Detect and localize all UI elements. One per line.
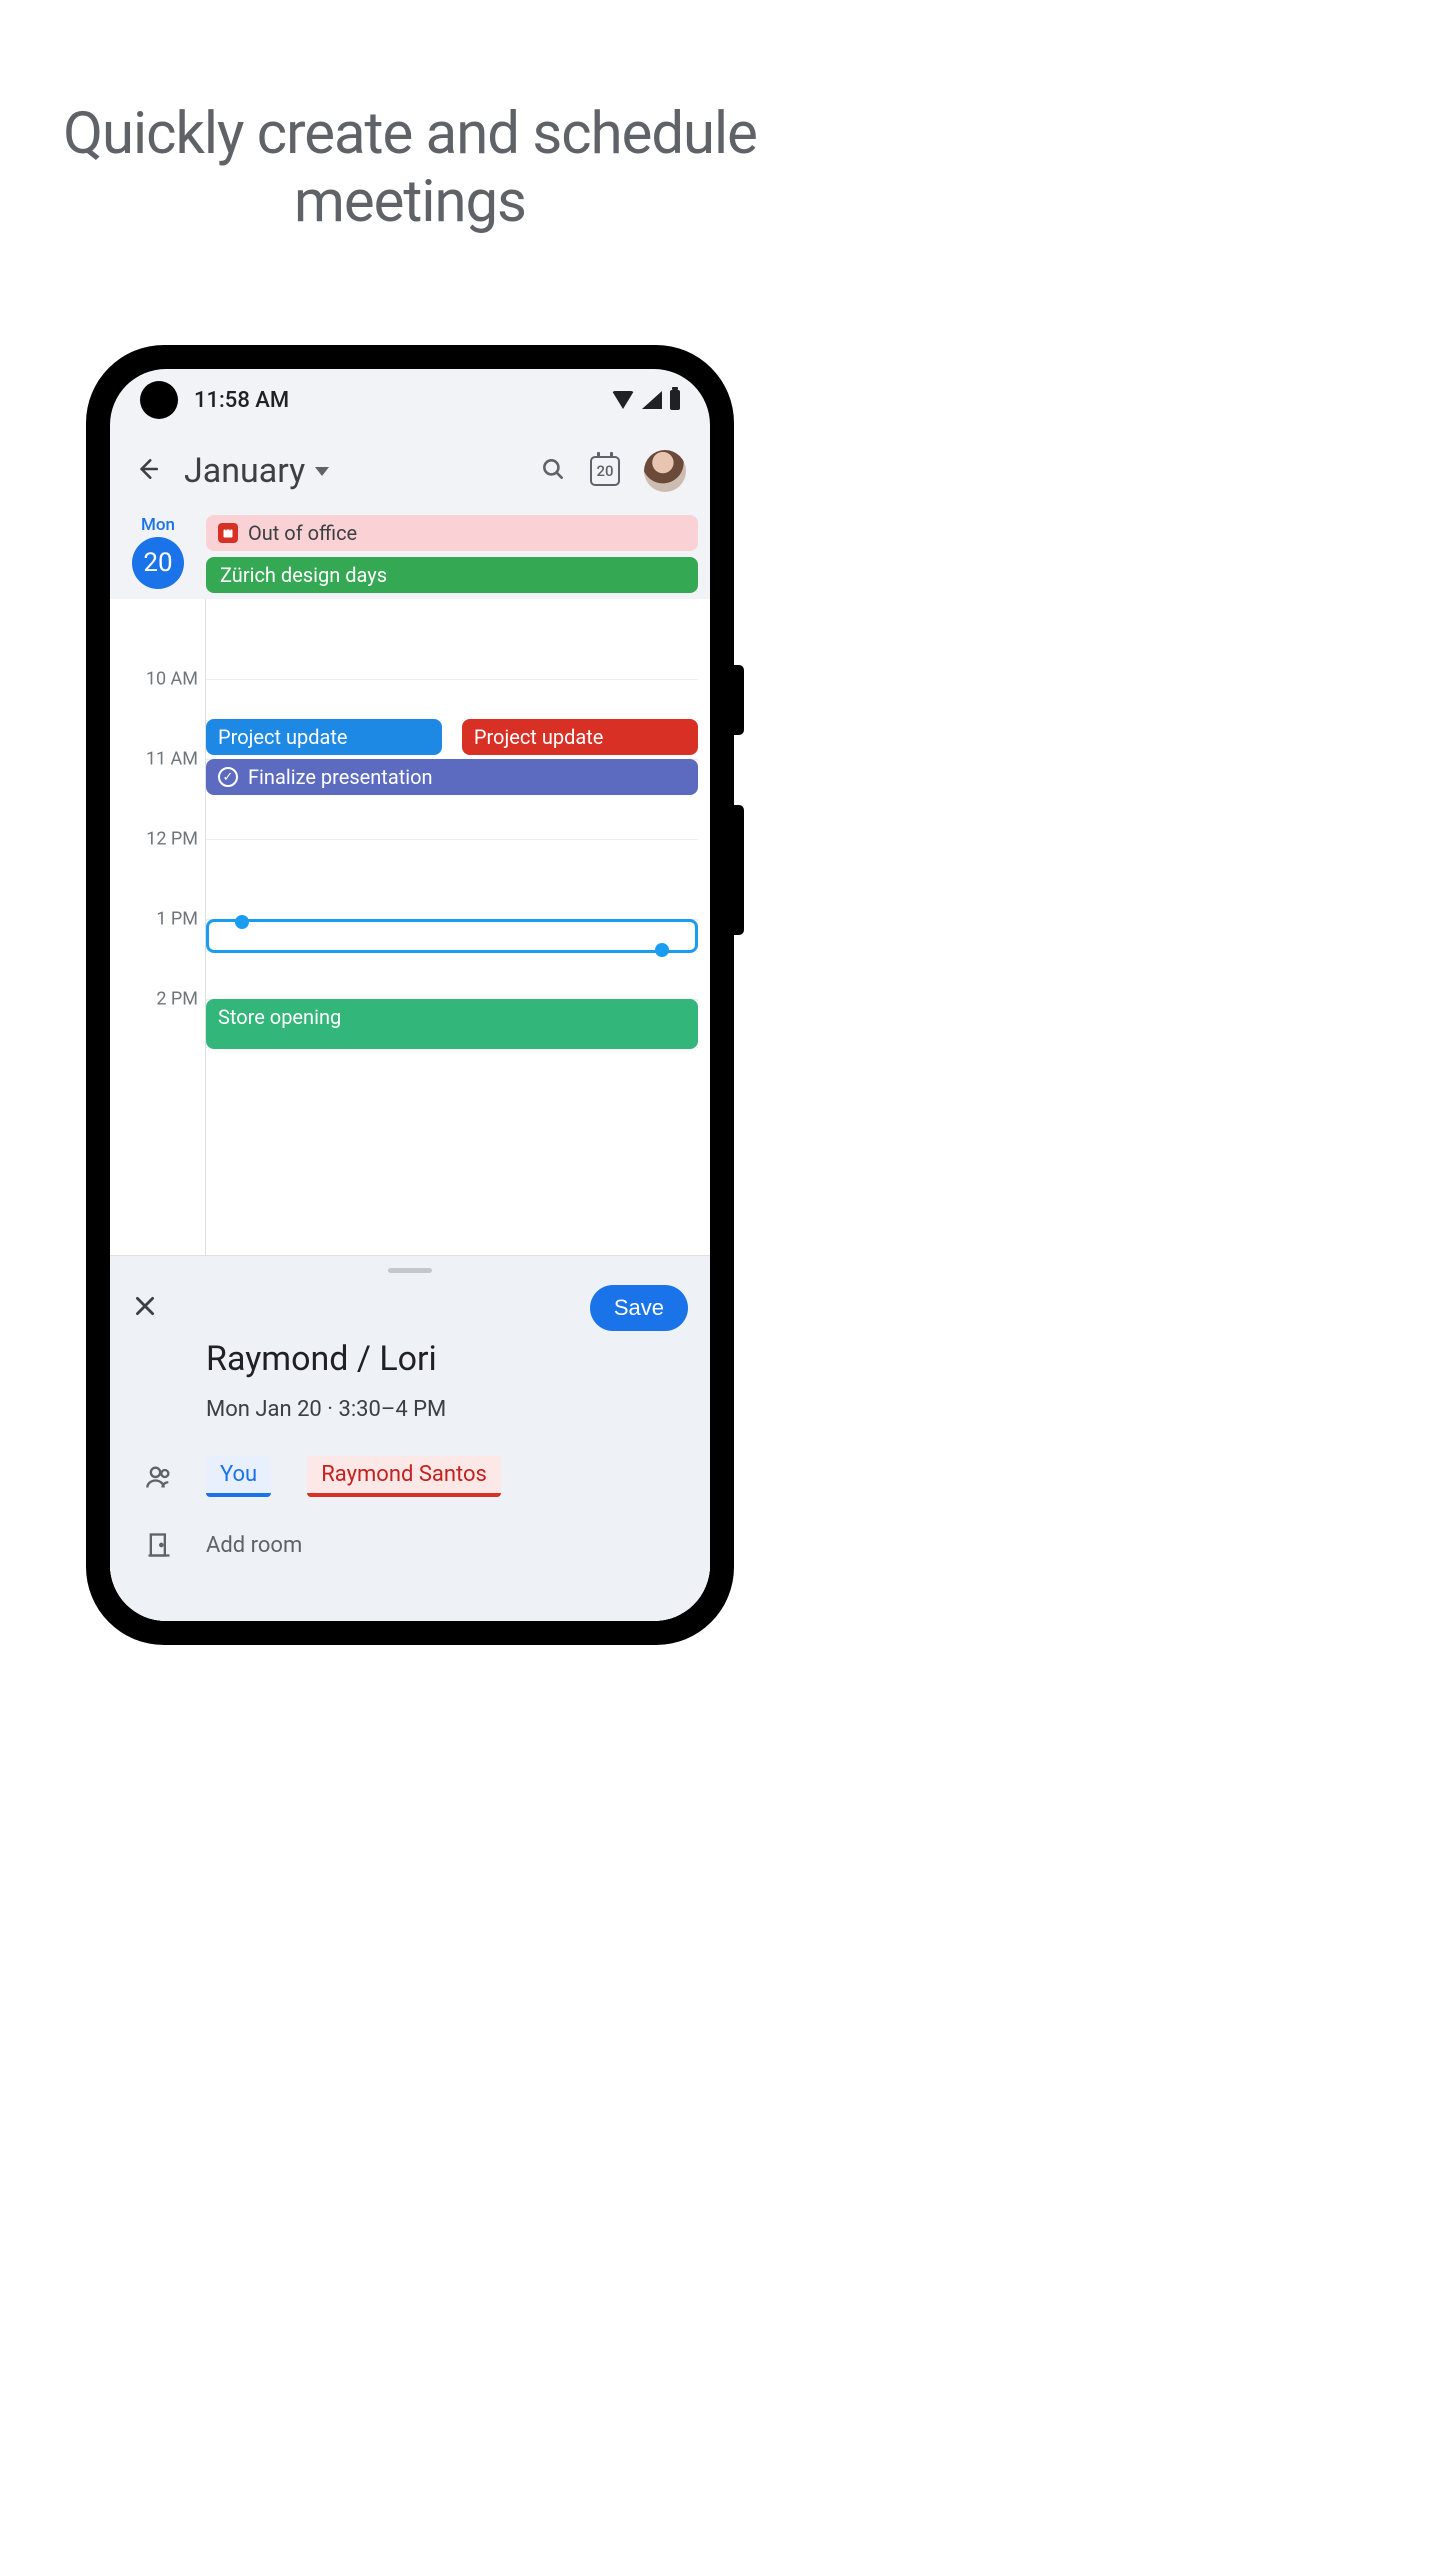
- event-finalize-presentation[interactable]: ✓ Finalize presentation: [206, 759, 698, 795]
- cell-signal-icon: [642, 391, 662, 409]
- room-icon: [138, 1531, 180, 1559]
- new-event-slot[interactable]: [206, 919, 698, 953]
- status-bar: 11:58 AM: [110, 369, 710, 431]
- guest-chip-you[interactable]: You: [206, 1456, 271, 1497]
- search-icon[interactable]: [540, 456, 566, 486]
- phone-side-button: [734, 665, 744, 735]
- event-store-opening[interactable]: Store opening: [206, 999, 698, 1049]
- phone-side-button: [734, 805, 744, 935]
- add-room-row[interactable]: Add room: [138, 1531, 682, 1559]
- hour-label: 12 PM: [110, 829, 198, 850]
- event-create-sheet: Save Raymond / Lori Mon Jan 20 · 3:30–4 …: [110, 1255, 710, 1621]
- check-circle-icon: ✓: [218, 767, 238, 787]
- today-icon[interactable]: 20: [590, 456, 620, 486]
- month-picker[interactable]: January: [184, 451, 329, 491]
- guests-row[interactable]: You Raymond Santos: [138, 1456, 682, 1497]
- phone-frame: 11:58 AM January: [86, 345, 734, 1645]
- guest-chip-raymond[interactable]: Raymond Santos: [307, 1456, 501, 1497]
- month-label: January: [184, 451, 305, 491]
- phone-screen: 11:58 AM January: [110, 369, 710, 1621]
- calendar-day-view: Mon 20 Out of office Zürich design days: [110, 511, 710, 1621]
- allday-event-zurich[interactable]: Zürich design days: [206, 557, 698, 593]
- wifi-icon: [612, 391, 634, 409]
- allday-row: Mon 20 Out of office Zürich design days: [110, 511, 710, 599]
- date-bubble[interactable]: 20: [132, 537, 184, 589]
- allday-event-label: Out of office: [248, 521, 357, 545]
- close-icon[interactable]: [132, 1293, 158, 1323]
- hour-label: 10 AM: [110, 669, 198, 690]
- status-time: 11:58 AM: [194, 388, 289, 413]
- event-datetime[interactable]: Mon Jan 20 · 3:30–4 PM: [206, 1397, 682, 1422]
- hour-label: 1 PM: [110, 909, 198, 930]
- app-header: January 20: [110, 431, 710, 511]
- save-button[interactable]: Save: [590, 1285, 688, 1331]
- camera-hole: [140, 381, 178, 419]
- allday-event-out-of-office[interactable]: Out of office: [206, 515, 698, 551]
- today-badge-number: 20: [596, 462, 613, 480]
- resize-handle-bottom[interactable]: [655, 943, 669, 957]
- back-arrow-icon[interactable]: [134, 456, 160, 486]
- battery-icon: [670, 390, 680, 410]
- people-icon: [138, 1463, 180, 1491]
- resize-handle-top[interactable]: [235, 915, 249, 929]
- avatar[interactable]: [644, 450, 686, 492]
- event-project-update-2[interactable]: Project update: [462, 719, 698, 755]
- promo-headline: Quickly create and schedule meetings: [0, 0, 820, 237]
- chevron-down-icon: [315, 467, 329, 476]
- day-of-week: Mon: [141, 515, 175, 535]
- hour-label: 2 PM: [110, 989, 198, 1010]
- out-of-office-icon: [218, 523, 238, 543]
- event-project-update-1[interactable]: Project update: [206, 719, 442, 755]
- hour-label: 11 AM: [110, 749, 198, 770]
- event-label: Finalize presentation: [248, 765, 433, 789]
- add-room-label: Add room: [206, 1533, 302, 1558]
- event-title[interactable]: Raymond / Lori: [206, 1339, 682, 1379]
